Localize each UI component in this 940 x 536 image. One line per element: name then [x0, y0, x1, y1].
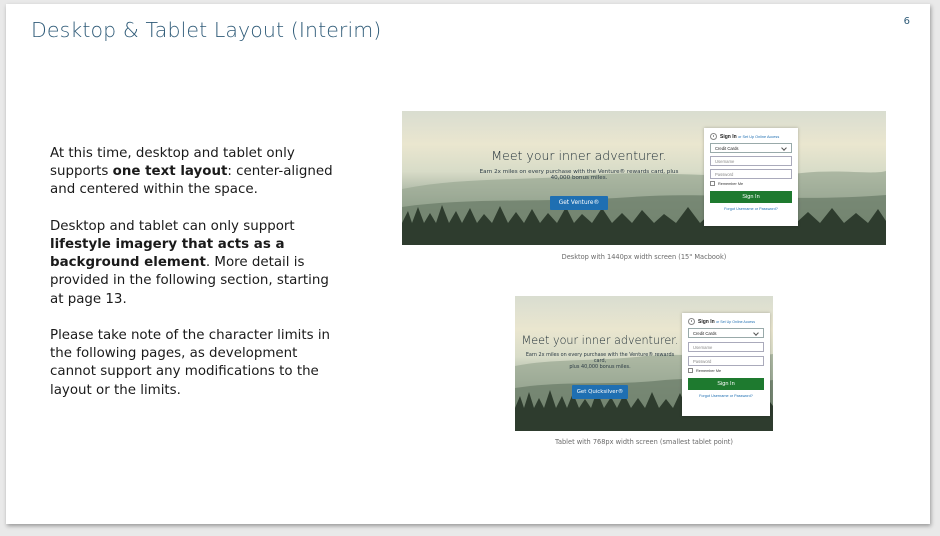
tablet-caption: Tablet with 768px width screen (smallest…	[555, 438, 733, 446]
signin-panel: Sign In or Set Up Online Access Credit C…	[704, 128, 798, 226]
paragraph-3: Please take note of the character limits…	[50, 328, 331, 398]
username-input[interactable]: Username	[710, 156, 792, 166]
account-type-value: Credit Cards	[715, 145, 739, 151]
signin-heading: Sign In	[720, 133, 737, 140]
account-type-value: Credit Cards	[693, 330, 717, 336]
checkbox-icon[interactable]	[710, 181, 715, 186]
hero-subtext-2: plus 40,000 bonus miles.	[569, 364, 631, 370]
get-venture-button[interactable]: Get Venture®	[549, 196, 609, 210]
setup-online-access-link[interactable]: or Set Up Online Access	[738, 135, 779, 139]
p2-text-a: Desktop and tablet can only support	[50, 218, 295, 234]
get-quicksilver-button[interactable]: Get Quicksilver®	[571, 385, 629, 399]
signin-header: Sign In or Set Up Online Access	[688, 318, 764, 325]
signin-heading: Sign In	[698, 318, 715, 325]
remember-me-label: Remember Me	[696, 368, 722, 373]
user-icon	[710, 133, 717, 140]
chevron-down-icon	[753, 330, 759, 336]
setup-online-access-link[interactable]: or Set Up Online Access	[716, 320, 755, 324]
paragraph-1: At this time, desktop and tablet only su…	[50, 145, 340, 200]
desktop-mockup: Meet your inner adventurer. Earn 2x mile…	[402, 111, 886, 245]
slide: Desktop & Tablet Layout (Interim) 6 At t…	[6, 4, 930, 524]
username-input[interactable]: Username	[688, 342, 764, 352]
account-type-select[interactable]: Credit Cards	[710, 143, 792, 153]
remember-me[interactable]: Remember Me	[688, 368, 764, 373]
signin-header: Sign In or Set Up Online Access	[710, 133, 792, 140]
password-input[interactable]: Password	[688, 356, 764, 366]
hero-headline: Meet your inner adventurer.	[521, 334, 679, 347]
hero-subtext-2: 40,000 bonus miles.	[550, 175, 608, 181]
remember-me[interactable]: Remember Me	[710, 181, 792, 186]
desktop-caption: Desktop with 1440px width screen (15" Ma…	[561, 253, 727, 261]
user-icon	[688, 318, 695, 325]
remember-me-label: Remember Me	[718, 181, 744, 186]
hero-subtext-1: Earn 2x miles on every purchase with the…	[525, 352, 675, 364]
signin-panel: Sign In or Set Up Online Access Credit C…	[682, 313, 770, 416]
paragraph-2: Desktop and tablet can only support life…	[50, 218, 340, 309]
checkbox-icon[interactable]	[688, 368, 693, 373]
tablet-mockup: Meet your inner adventurer. Earn 2x mile…	[515, 296, 773, 431]
password-input[interactable]: Password	[710, 169, 792, 179]
forgot-credentials-link[interactable]: Forgot Username or Password?	[710, 207, 792, 211]
forgot-credentials-link[interactable]: Forgot Username or Password?	[688, 394, 764, 398]
signin-button[interactable]: Sign In	[688, 378, 764, 390]
page-number: 6	[903, 16, 910, 27]
hero-block: Meet your inner adventurer. Earn 2x mile…	[462, 148, 696, 210]
chevron-down-icon	[781, 145, 787, 151]
page-title: Desktop & Tablet Layout (Interim)	[31, 18, 382, 42]
p1-bold: one text layout	[112, 164, 228, 180]
hero-block: Meet your inner adventurer. Earn 2x mile…	[519, 334, 681, 399]
signin-button[interactable]: Sign In	[710, 191, 792, 203]
hero-headline: Meet your inner adventurer.	[491, 148, 667, 163]
body-text: At this time, desktop and tablet only su…	[50, 145, 340, 418]
account-type-select[interactable]: Credit Cards	[688, 328, 764, 338]
